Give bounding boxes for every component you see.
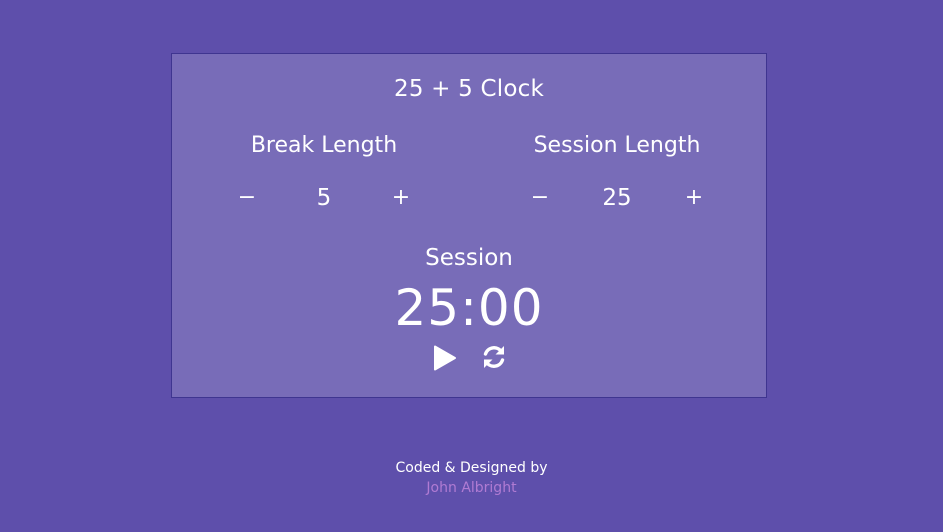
timer-label: Session — [425, 245, 513, 271]
break-length-value: 5 — [316, 185, 332, 211]
break-length-label: Break Length — [250, 133, 398, 158]
session-length-controls: − 25 + — [497, 181, 737, 221]
break-length-section: Break Length − 5 + — [204, 131, 444, 221]
session-increment-button[interactable]: + — [677, 181, 711, 215]
session-length-label: Session Length — [533, 133, 701, 158]
footer: Coded & Designed by John Albright — [0, 458, 943, 498]
refresh-icon — [483, 346, 505, 368]
break-increment-button[interactable]: + — [384, 181, 418, 215]
session-decrement-button[interactable]: − — [523, 181, 557, 215]
break-length-controls: − 5 + — [204, 181, 444, 221]
start-stop-button[interactable] — [430, 342, 460, 372]
author-link[interactable]: John Albright — [426, 478, 516, 498]
reset-button[interactable] — [480, 342, 510, 372]
time-left: 25:00 — [394, 279, 544, 337]
clock-card: 25 + 5 Clock Break Length − 5 + Session … — [171, 53, 767, 398]
footer-credit: Coded & Designed by — [395, 460, 548, 476]
page: 25 + 5 Clock Break Length − 5 + Session … — [0, 0, 943, 532]
play-icon — [434, 345, 456, 371]
session-length-section: Session Length − 25 + — [497, 131, 737, 221]
break-decrement-button[interactable]: − — [230, 181, 264, 215]
session-length-value: 25 — [602, 185, 632, 211]
app-title: 25 + 5 Clock — [394, 76, 544, 102]
